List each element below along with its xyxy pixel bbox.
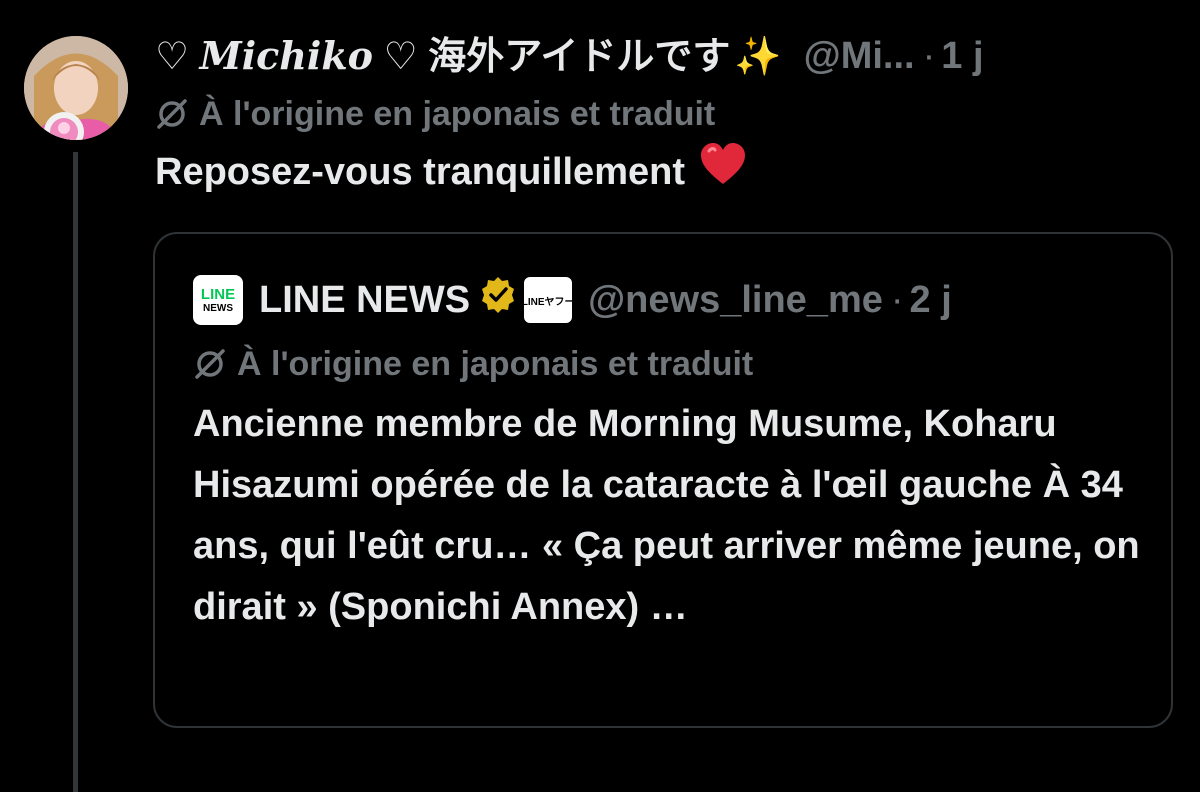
quoted-post-header: LINE NEWS LINE NEWS LINEヤフー @news_line_m… xyxy=(193,272,1153,328)
quoted-display-name[interactable]: LINE NEWS xyxy=(259,279,470,322)
separator-dot: · xyxy=(922,35,936,77)
quoted-post-card[interactable]: LINE NEWS LINE NEWS LINEヤフー @news_line_m… xyxy=(153,232,1173,728)
post[interactable]: ♡ 𝑴𝒊𝒄𝒉𝒊𝒌𝒐 ♡ 海外アイドルです ✨ @Mi... · 1 j À l'o… xyxy=(155,26,1185,201)
display-name-japanese: 海外アイドルです xyxy=(428,35,731,78)
display-name-script: 𝑴𝒊𝒄𝒉𝒊𝒌𝒐 xyxy=(199,32,374,78)
red-heart-icon xyxy=(699,142,747,201)
quoted-post-text: Ancienne membre de Morning Musume, Kohar… xyxy=(193,403,1140,628)
logo-text-bottom: NEWS xyxy=(203,302,233,314)
post-header: ♡ 𝑴𝒊𝒄𝒉𝒊𝒌𝒐 ♡ 海外アイドルです ✨ @Mi... · 1 j xyxy=(155,26,1185,86)
logo-text-top: LINE xyxy=(200,285,236,303)
quoted-translation-note-text: À l'origine en japonais et traduit xyxy=(237,345,754,383)
translation-note-text: À l'origine en japonais et traduit xyxy=(199,95,716,133)
post-timestamp[interactable]: 1 j xyxy=(941,26,983,86)
quoted-separator-dot: · xyxy=(890,278,904,321)
translation-icon xyxy=(195,349,225,379)
translation-note[interactable]: À l'origine en japonais et traduit xyxy=(155,86,1185,142)
avatar[interactable] xyxy=(24,36,128,140)
avatar-photo xyxy=(24,36,128,140)
affiliate-text: LINEヤフー xyxy=(521,296,575,308)
user-handle[interactable]: @Mi... xyxy=(804,26,915,86)
quoted-handle[interactable]: @news_line_me xyxy=(588,279,883,322)
line-yahoo-affiliate-icon[interactable]: LINEヤフー xyxy=(521,277,575,323)
quoted-timestamp[interactable]: 2 j xyxy=(910,279,952,322)
gold-verified-badge[interactable] xyxy=(478,275,518,325)
sparkles-icon: ✨ xyxy=(734,35,782,78)
line-news-logo[interactable]: LINE NEWS xyxy=(193,275,243,325)
quoted-translation-note[interactable]: À l'origine en japonais et traduit xyxy=(193,336,1153,392)
heart-left: ♡ xyxy=(155,35,190,78)
display-name[interactable]: ♡ 𝑴𝒊𝒄𝒉𝒊𝒌𝒐 ♡ 海外アイドルです ✨ xyxy=(155,26,782,87)
post-text: Reposez-vous tranquillement xyxy=(155,142,1185,201)
thread-line xyxy=(73,152,78,792)
post-text-content: Reposez-vous tranquillement xyxy=(155,150,685,193)
translation-icon xyxy=(157,99,187,129)
heart-right: ♡ xyxy=(383,35,418,78)
